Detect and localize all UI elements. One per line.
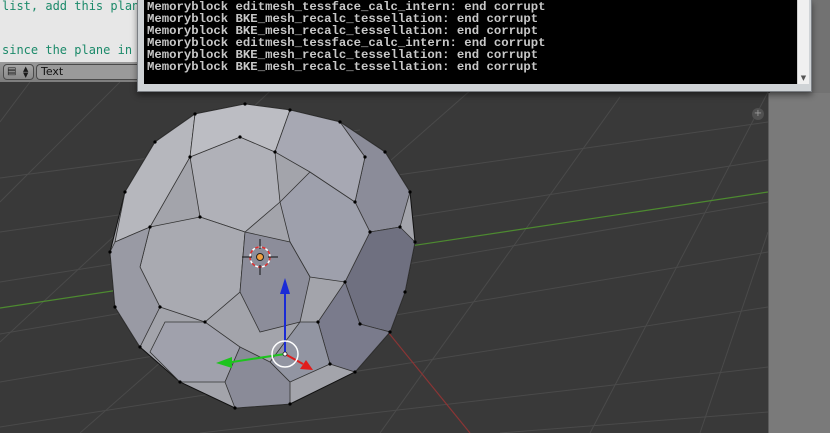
object-origin [256, 253, 264, 261]
text-datablock-field[interactable]: Text [36, 64, 140, 80]
text-editor-header: ▤ ▲ ▼ Text [0, 62, 140, 83]
text-editor-area[interactable]: list, add this plan since the plane in [0, 0, 140, 62]
plus-icon[interactable]: + [752, 108, 764, 120]
3d-viewport[interactable]: + [0, 82, 768, 433]
editor-type-button[interactable]: ▤ ▲ ▼ [3, 64, 34, 80]
properties-region[interactable] [768, 93, 830, 433]
code-line-2[interactable]: since the plane in [2, 43, 132, 57]
text-editor-icon: ▤ [7, 66, 17, 77]
console-scrollbar[interactable]: ▼ [797, 0, 809, 84]
viewport-canvas [0, 82, 768, 433]
console-window[interactable]: Memoryblock editmesh_tessface_calc_inter… [137, 0, 812, 92]
up-down-arrows-icon: ▲ ▼ [23, 65, 29, 79]
console-output[interactable]: Memoryblock editmesh_tessface_calc_inter… [144, 0, 797, 84]
scroll-down-arrow-icon[interactable]: ▼ [798, 73, 809, 83]
code-line-1[interactable]: list, add this plan [2, 0, 139, 13]
console-line: Memoryblock BKE_mesh_recalc_tessellation… [147, 60, 539, 74]
